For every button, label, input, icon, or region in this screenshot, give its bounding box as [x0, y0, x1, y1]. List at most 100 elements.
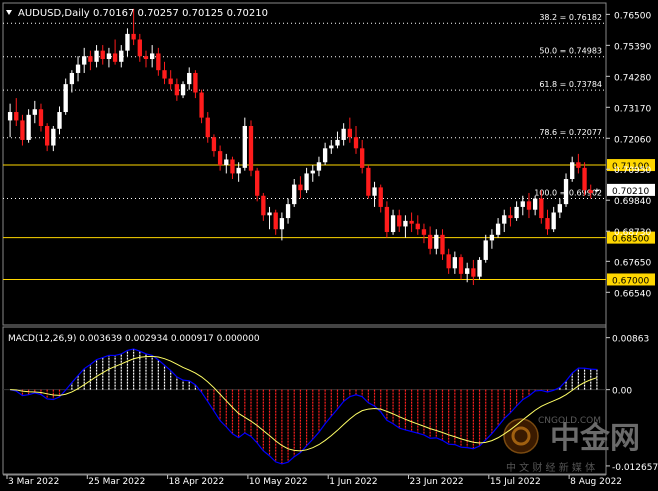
symbol-label: AUDUSD,Daily [18, 8, 90, 19]
candle-body [261, 195, 266, 216]
candle-body [26, 114, 31, 140]
candle-body [14, 112, 19, 121]
level-price-label: 0.67000 [612, 276, 649, 286]
candle-body [106, 53, 112, 60]
candle-body [82, 56, 87, 65]
candle-body [384, 206, 390, 233]
macd-tick-label: 0.00863 [612, 335, 649, 345]
candle-body [267, 212, 272, 216]
candle-body [119, 50, 124, 62]
current-price-label: 0.70210 [612, 187, 649, 197]
time-tick-label: 25 Mar 2022 [88, 477, 145, 487]
candle-body [187, 72, 192, 85]
candle-body [471, 268, 476, 277]
candle-body [57, 112, 62, 129]
candle-body [446, 254, 451, 269]
candle-body [180, 84, 186, 96]
candle-body [242, 125, 247, 168]
candle-body [415, 223, 420, 230]
candle-body [557, 204, 563, 213]
candle-body [421, 229, 427, 235]
candle-body [310, 170, 315, 174]
candle-body [217, 151, 223, 166]
candle-body [168, 78, 173, 85]
candle-body [409, 220, 414, 224]
candle-body [440, 234, 445, 255]
candle-body [329, 145, 334, 149]
candle-body [255, 170, 260, 196]
candle-body [285, 204, 291, 219]
candle-body [51, 128, 56, 146]
watermark-tagline: 中 文 财 经 新 媒 体 [506, 461, 595, 474]
time-tick-label: 10 May 2022 [249, 477, 308, 487]
candle-body [539, 198, 544, 219]
fibonacci-label: 78.6 = 0.72077 [539, 128, 602, 137]
candle-body [588, 190, 593, 193]
candle-body [205, 117, 210, 138]
candle-body [211, 137, 217, 152]
chart-canvas[interactable]: 中金网 CNGOLD.COM 中 文 财 经 新 媒 体 38.2 = 0.76… [0, 0, 658, 487]
candle-body [502, 215, 507, 224]
ohlc-label: 0.70167 0.70257 0.70125 0.70210 [93, 8, 268, 19]
candle-body [495, 223, 501, 235]
candle-body [514, 206, 519, 219]
candle-body [75, 64, 81, 73]
candle-body [477, 259, 482, 277]
candle-body [465, 268, 470, 274]
candle-body [38, 109, 44, 126]
price-tick-label: 0.70950 [614, 166, 651, 176]
chart-background [0, 0, 658, 487]
candle-body [316, 162, 322, 171]
candle-body [304, 173, 309, 191]
price-tick-label: 0.73170 [614, 104, 651, 114]
candle-body [508, 215, 513, 219]
candle-body [532, 198, 538, 210]
candle-body [551, 212, 556, 230]
candle-body [594, 189, 600, 192]
candle-body [131, 33, 136, 40]
candle-body [20, 120, 25, 140]
time-tick-label: 18 Apr 2022 [169, 477, 225, 487]
candle-body [545, 218, 550, 230]
candle-body [88, 56, 93, 62]
candle-body [125, 33, 130, 51]
candle-body [112, 53, 118, 62]
candle-body [483, 240, 488, 260]
candle-body [298, 184, 303, 191]
candle-body [273, 212, 278, 230]
watermark-site: CNGOLD.COM [538, 416, 601, 426]
price-tick-label: 0.69840 [614, 197, 651, 207]
candle-body [149, 53, 155, 60]
time-tick-label: 23 Jun 2022 [410, 477, 464, 487]
candle-body [335, 139, 340, 146]
candle-body [520, 201, 525, 207]
candle-body [100, 50, 105, 60]
candle-body [292, 184, 297, 205]
fibonacci-label: 38.2 = 0.76182 [539, 13, 602, 22]
candle-body [347, 128, 352, 138]
chart-window[interactable]: 中金网 CNGOLD.COM 中 文 财 经 新 媒 体 38.2 = 0.76… [0, 0, 658, 487]
time-tick-label: 3 Mar 2022 [8, 477, 59, 487]
candle-body [353, 137, 359, 149]
candle-body [452, 257, 458, 269]
candle-body [378, 187, 383, 207]
fibonacci-label: 61.8 = 0.73784 [539, 80, 602, 89]
candle-body [32, 109, 37, 115]
candle-body [162, 70, 167, 79]
watermark-logo-icon [503, 418, 539, 454]
candle-body [94, 50, 99, 62]
candle-body [63, 84, 68, 113]
time-tick-label: 15 Jul 2022 [490, 477, 541, 487]
price-tick-label: 0.72060 [614, 135, 651, 145]
candle-body [366, 167, 371, 196]
price-tick-label: 0.75390 [614, 42, 651, 52]
price-tick-label: 0.66540 [614, 289, 651, 299]
macd-tick-label: -0.012657 [612, 463, 658, 473]
candle-body [322, 148, 328, 163]
candle-body [403, 220, 408, 227]
price-tick-label: 0.74280 [614, 73, 651, 83]
watermark-brand: 中金网 [550, 421, 640, 456]
candle-body [236, 167, 241, 174]
macd-label: MACD(12,26,9) 0.003639 0.002934 0.000917… [8, 334, 260, 344]
candle-body [489, 234, 495, 241]
